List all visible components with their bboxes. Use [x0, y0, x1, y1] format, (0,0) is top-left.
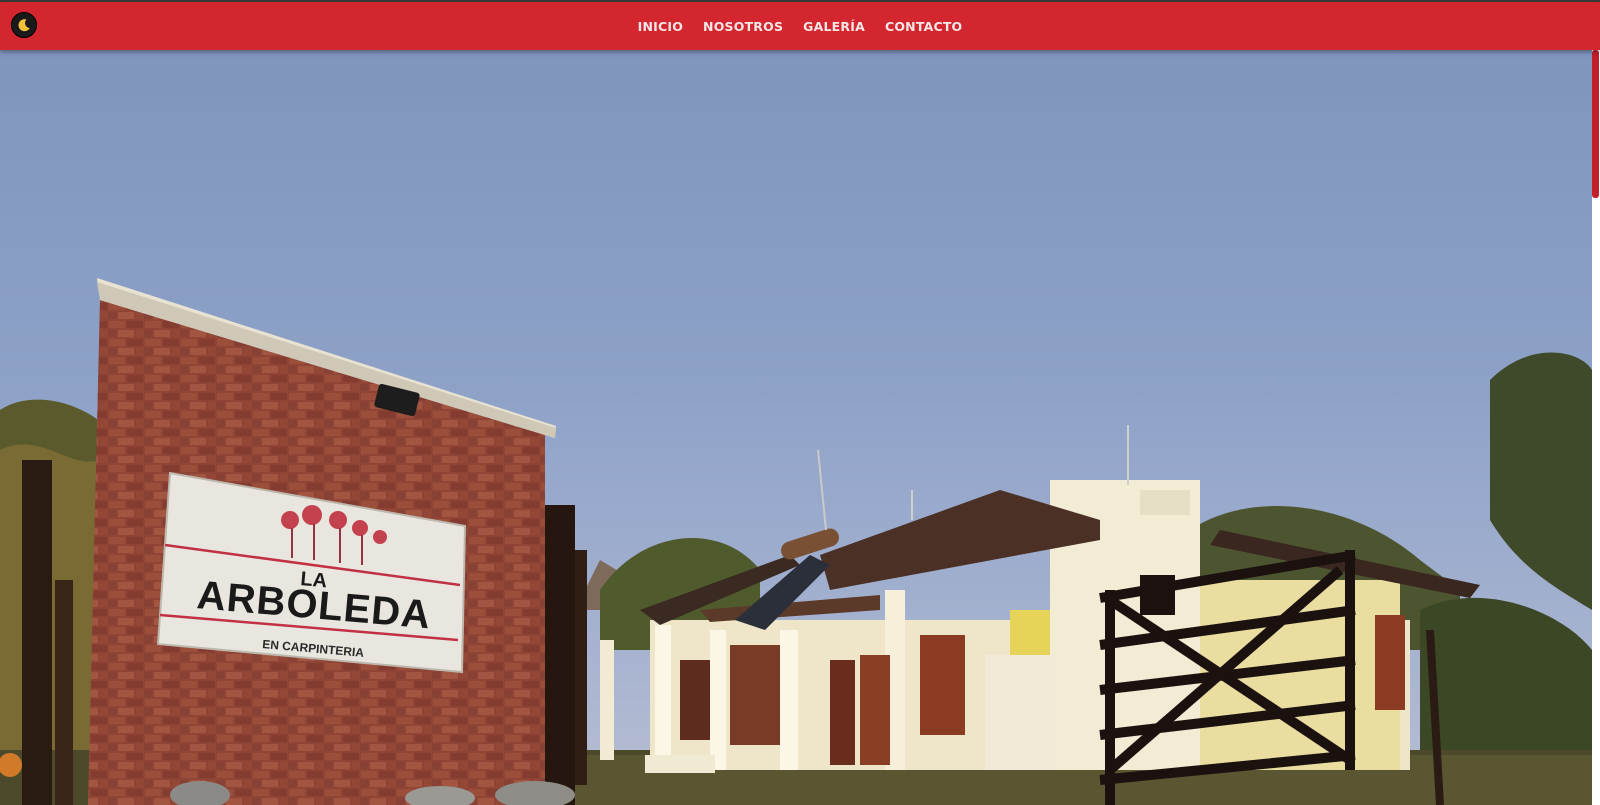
hero-photo: LA ARBOLEDA EN CARPINTERIA: [0, 50, 1592, 805]
hero-image: LA ARBOLEDA EN CARPINTERIA: [0, 50, 1592, 805]
nav-link-nosotros[interactable]: NOSOTROS: [703, 19, 783, 34]
nav-link-galeria[interactable]: GALERÍA: [803, 19, 865, 34]
scrollbar-thumb[interactable]: [1592, 50, 1599, 198]
nav-link-inicio[interactable]: INICIO: [638, 19, 683, 34]
nav-links: INICIO NOSOTROS GALERÍA CONTACTO: [0, 2, 1600, 50]
nav-link-contacto[interactable]: CONTACTO: [885, 19, 962, 34]
navbar: INICIO NOSOTROS GALERÍA CONTACTO: [0, 2, 1600, 50]
